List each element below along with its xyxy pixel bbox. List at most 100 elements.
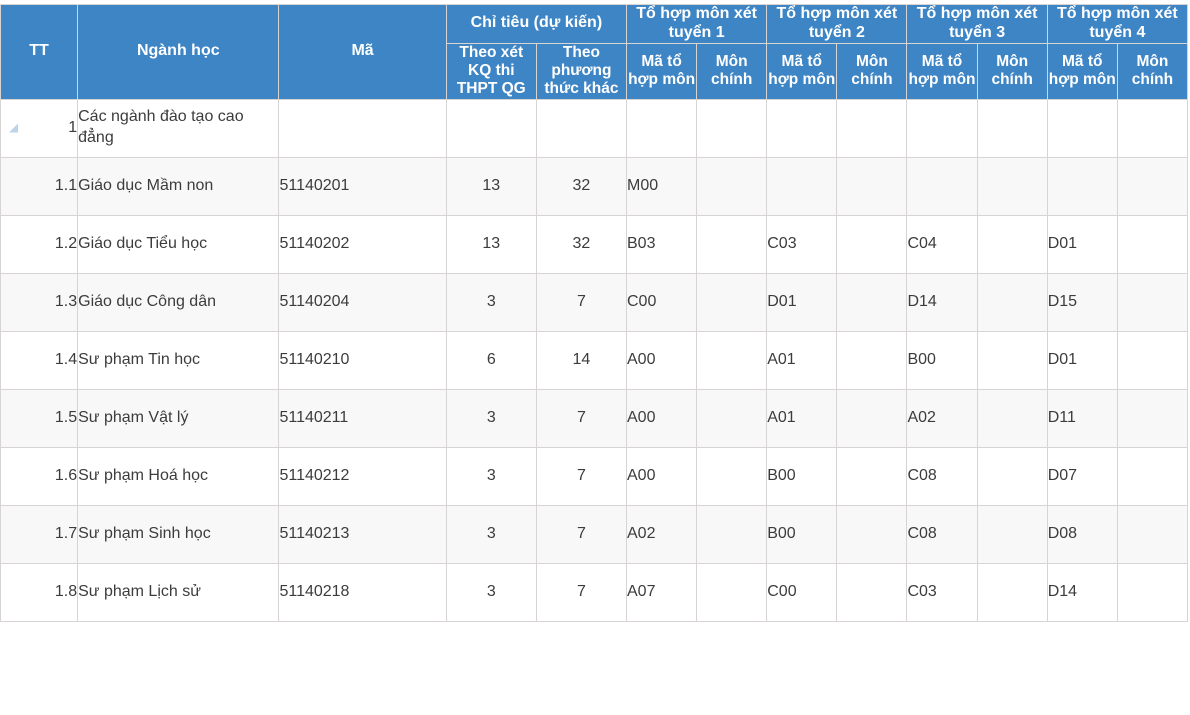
- cell-mon-chinh-1[interactable]: [696, 388, 768, 448]
- cell-theo-xet-kq-thi[interactable]: 6: [445, 330, 537, 390]
- col-header-theo-xet-kq-thi-thpt-qg[interactable]: Theo xét KQ thi THPT QG: [445, 42, 537, 100]
- cell-tt[interactable]: 1.4: [0, 330, 79, 390]
- table-row[interactable]: 1 Các ngành đào tạo cao đẳng: [0, 98, 1189, 158]
- cell-ma-to-hop-2[interactable]: [766, 98, 838, 158]
- collapse-triangle-icon[interactable]: [9, 123, 18, 133]
- col-header-to-hop-2[interactable]: Tổ hợp môn xét tuyển 2: [766, 4, 908, 44]
- cell-tt[interactable]: 1.7: [0, 504, 79, 564]
- cell-nganh-hoc[interactable]: Giáo dục Công dân: [77, 272, 280, 332]
- cell-mon-chinh-2[interactable]: [836, 504, 908, 564]
- cell-theo-phuong-thuc-khac[interactable]: 14: [535, 330, 628, 390]
- cell-mon-chinh-2[interactable]: [836, 156, 908, 216]
- cell-mon-chinh-4[interactable]: [1116, 272, 1189, 332]
- cell-mon-chinh-1[interactable]: [696, 330, 768, 390]
- table-row[interactable]: 1.2 Giáo dục Tiểu học 51140202 13 32 B03 C03 C0…: [0, 214, 1189, 274]
- cell-mon-chinh-4[interactable]: [1116, 504, 1189, 564]
- cell-ma-to-hop-2[interactable]: [766, 156, 838, 216]
- table-row[interactable]: 1.3 Giáo dục Công dân 51140204 3 7 C00 D01 D14 D…: [0, 272, 1189, 332]
- cell-ma-to-hop-3[interactable]: [906, 156, 978, 216]
- cell-ma-to-hop-1[interactable]: A07: [625, 562, 698, 622]
- col-header-mon-chinh-3[interactable]: Môn chính: [976, 42, 1048, 100]
- cell-nganh-hoc[interactable]: Giáo dục Mầm non: [77, 156, 280, 216]
- col-header-tt[interactable]: TT: [0, 4, 79, 100]
- cell-ma-to-hop-1[interactable]: C00: [625, 272, 698, 332]
- cell-ma-to-hop-4[interactable]: [1046, 156, 1118, 216]
- table-row[interactable]: 1.6 Sư phạm Hoá học 51140212 3 7 A00 B00 C08 D07: [0, 446, 1189, 506]
- cell-mon-chinh-2[interactable]: [836, 272, 908, 332]
- cell-mon-chinh-4[interactable]: [1116, 214, 1189, 274]
- cell-nganh-hoc[interactable]: Sư phạm Sinh học: [77, 504, 280, 564]
- cell-mon-chinh-1[interactable]: [696, 504, 768, 564]
- cell-ma-to-hop-1[interactable]: [625, 98, 698, 158]
- cell-ma-to-hop-3[interactable]: C03: [906, 562, 978, 622]
- cell-ma-to-hop-4[interactable]: D14: [1046, 562, 1118, 622]
- col-header-to-hop-1[interactable]: Tổ hợp môn xét tuyển 1: [625, 4, 768, 44]
- cell-ma-to-hop-3[interactable]: D14: [906, 272, 978, 332]
- col-header-to-hop-3[interactable]: Tổ hợp môn xét tuyển 3: [906, 4, 1048, 44]
- cell-mon-chinh-3[interactable]: [976, 562, 1048, 622]
- cell-ma-to-hop-3[interactable]: B00: [906, 330, 978, 390]
- cell-ma-to-hop-1[interactable]: A00: [625, 388, 698, 448]
- cell-mon-chinh-2[interactable]: [836, 330, 908, 390]
- cell-nganh-hoc[interactable]: Sư phạm Hoá học: [77, 446, 280, 506]
- cell-ma-to-hop-3[interactable]: C08: [906, 504, 978, 564]
- cell-ma[interactable]: 51140201: [278, 156, 447, 216]
- cell-theo-phuong-thuc-khac[interactable]: 32: [535, 156, 628, 216]
- cell-ma[interactable]: 51140218: [278, 562, 447, 622]
- cell-mon-chinh-4[interactable]: [1116, 98, 1189, 158]
- table-row[interactable]: 1.4 Sư phạm Tin học 51140210 6 14 A00 A01 B00 D0…: [0, 330, 1189, 390]
- col-header-mon-chinh-2[interactable]: Môn chính: [836, 42, 908, 100]
- cell-theo-phuong-thuc-khac[interactable]: 7: [535, 388, 628, 448]
- cell-ma-to-hop-4[interactable]: D01: [1046, 330, 1118, 390]
- cell-tt[interactable]: 1.2: [0, 214, 79, 274]
- cell-ma[interactable]: [278, 98, 447, 158]
- cell-tt[interactable]: 1.6: [0, 446, 79, 506]
- cell-ma-to-hop-1[interactable]: A00: [625, 330, 698, 390]
- cell-mon-chinh-1[interactable]: [696, 214, 768, 274]
- col-header-ma[interactable]: Mã: [278, 4, 447, 100]
- cell-mon-chinh-4[interactable]: [1116, 562, 1189, 622]
- cell-ma-to-hop-2[interactable]: C03: [766, 214, 838, 274]
- col-header-ma-to-hop-mon-2[interactable]: Mã tổ hợp môn: [766, 42, 838, 100]
- cell-ma-to-hop-3[interactable]: A02: [906, 388, 978, 448]
- cell-theo-xet-kq-thi[interactable]: 3: [445, 272, 537, 332]
- cell-mon-chinh-3[interactable]: [976, 214, 1048, 274]
- cell-ma[interactable]: 51140204: [278, 272, 447, 332]
- cell-ma-to-hop-3[interactable]: C08: [906, 446, 978, 506]
- cell-nganh-hoc[interactable]: Sư phạm Tin học: [77, 330, 280, 390]
- cell-ma-to-hop-2[interactable]: D01: [766, 272, 838, 332]
- cell-theo-phuong-thuc-khac[interactable]: 7: [535, 562, 628, 622]
- cell-nganh-hoc[interactable]: Sư phạm Lịch sử: [77, 562, 280, 622]
- cell-theo-xet-kq-thi[interactable]: 3: [445, 446, 537, 506]
- cell-mon-chinh-2[interactable]: [836, 214, 908, 274]
- cell-mon-chinh-3[interactable]: [976, 272, 1048, 332]
- cell-mon-chinh-1[interactable]: [696, 562, 768, 622]
- col-header-nganh-hoc[interactable]: Ngành học: [77, 4, 280, 100]
- col-header-theo-phuong-thuc-khac[interactable]: Theo phương thức khác: [535, 42, 628, 100]
- cell-theo-xet-kq-thi[interactable]: 3: [445, 504, 537, 564]
- cell-mon-chinh-4[interactable]: [1116, 388, 1189, 448]
- table-row[interactable]: 1.7 Sư phạm Sinh học 51140213 3 7 A02 B00 C08 D0…: [0, 504, 1189, 564]
- cell-nganh-hoc[interactable]: Sư phạm Vật lý: [77, 388, 280, 448]
- col-header-mon-chinh-1[interactable]: Môn chính: [696, 42, 768, 100]
- cell-tt[interactable]: 1.3: [0, 272, 79, 332]
- table-row[interactable]: 1.1 Giáo dục Mầm non 51140201 13 32 M00: [0, 156, 1189, 216]
- col-header-ma-to-hop-mon-3[interactable]: Mã tổ hợp môn: [906, 42, 978, 100]
- cell-ma-to-hop-3[interactable]: C04: [906, 214, 978, 274]
- cell-mon-chinh-1[interactable]: [696, 156, 768, 216]
- cell-ma-to-hop-4[interactable]: D08: [1046, 504, 1118, 564]
- col-header-ma-to-hop-mon-1[interactable]: Mã tổ hợp môn: [625, 42, 698, 100]
- cell-theo-xet-kq-thi[interactable]: 13: [445, 156, 537, 216]
- cell-ma-to-hop-2[interactable]: B00: [766, 504, 838, 564]
- cell-ma[interactable]: 51140213: [278, 504, 447, 564]
- cell-ma-to-hop-4[interactable]: [1046, 98, 1118, 158]
- cell-mon-chinh-4[interactable]: [1116, 156, 1189, 216]
- cell-ma[interactable]: 51140210: [278, 330, 447, 390]
- cell-mon-chinh-2[interactable]: [836, 98, 908, 158]
- cell-theo-phuong-thuc-khac[interactable]: [535, 98, 628, 158]
- table-row[interactable]: 1.8 Sư phạm Lịch sử 51140218 3 7 A07 C00 C03 D14: [0, 562, 1189, 622]
- cell-mon-chinh-1[interactable]: [696, 98, 768, 158]
- cell-mon-chinh-3[interactable]: [976, 504, 1048, 564]
- cell-mon-chinh-2[interactable]: [836, 562, 908, 622]
- cell-mon-chinh-3[interactable]: [976, 156, 1048, 216]
